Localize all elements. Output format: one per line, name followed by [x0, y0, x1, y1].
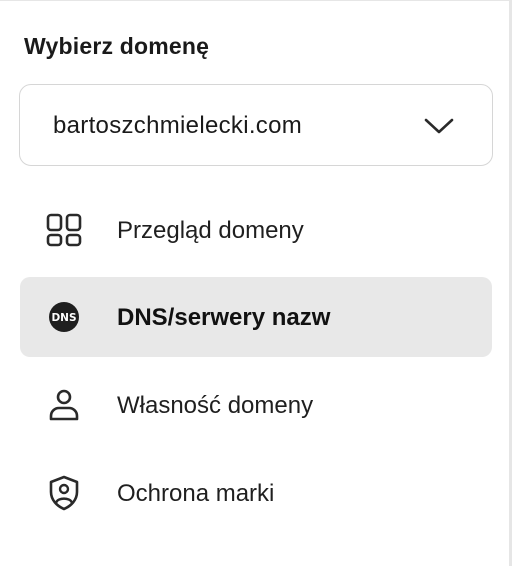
nav-item-domain-ownership[interactable]: Własność domeny: [20, 365, 492, 445]
dns-icon: DNS: [49, 302, 79, 332]
domain-sidebar: Wybierz domenę bartoszchmielecki.com Prz…: [0, 0, 512, 566]
nav-item-brand-protection[interactable]: Ochrona marki: [20, 453, 492, 533]
domain-select-value: bartoszchmielecki.com: [53, 112, 303, 139]
panel-title: Wybierz domenę: [24, 33, 210, 59]
nav-label-domain-ownership: Własność domeny: [117, 392, 314, 419]
user-icon: [49, 389, 79, 421]
nav-label-dns: DNS/serwery nazw: [117, 304, 331, 331]
nav-label-brand-protection: Ochrona marki: [117, 480, 275, 507]
nav-label-domain-overview: Przegląd domeny: [117, 217, 304, 244]
dns-icon-text: DNS: [51, 312, 76, 324]
nav-item-dns[interactable]: DNS DNS/serwery nazw: [20, 277, 492, 357]
chevron-down-icon: [424, 118, 454, 134]
grid-icon: [46, 213, 82, 247]
nav-item-domain-overview[interactable]: Przegląd domeny: [20, 190, 492, 270]
domain-select[interactable]: bartoszchmielecki.com: [19, 84, 493, 166]
shield-user-icon: [49, 475, 79, 511]
